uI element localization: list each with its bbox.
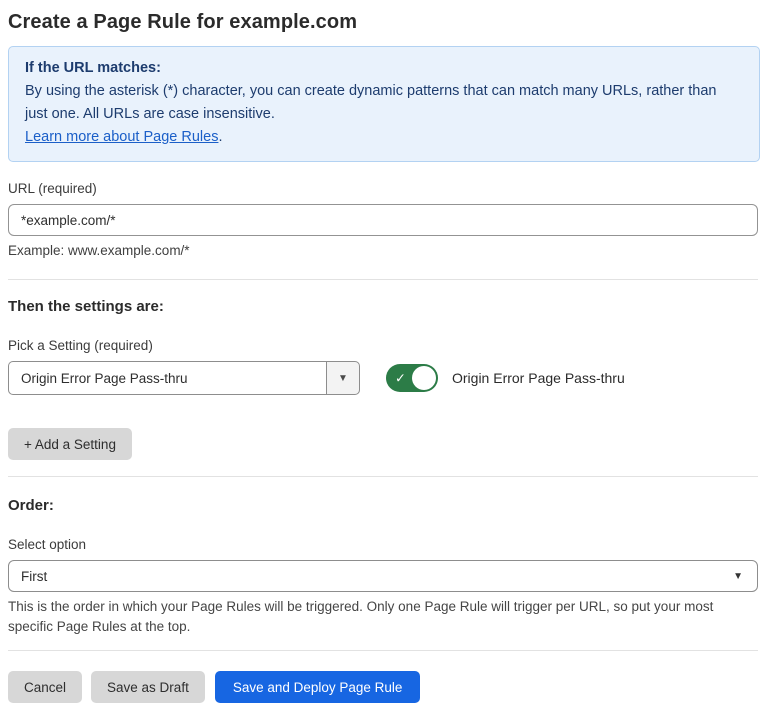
url-label: URL (required): [8, 181, 97, 196]
order-select-label: Select option: [8, 537, 87, 552]
info-box-heading: If the URL matches:: [25, 60, 161, 76]
setting-dropdown[interactable]: Origin Error Page Pass-thru ▼: [8, 361, 360, 395]
toggle-label: Origin Error Page Pass-thru: [452, 370, 625, 386]
check-icon: ✓: [395, 370, 406, 386]
setting-toggle[interactable]: ✓: [386, 364, 438, 392]
cancel-button[interactable]: Cancel: [8, 671, 83, 703]
toggle-knob: [412, 366, 436, 390]
setting-dropdown-arrow-button[interactable]: ▼: [326, 361, 360, 395]
setting-row: Origin Error Page Pass-thru ▼ ✓ Origin E…: [8, 361, 760, 395]
save-and-deploy-button[interactable]: Save and Deploy Page Rule: [214, 671, 421, 703]
divider: [8, 476, 758, 477]
divider: [8, 279, 758, 280]
caret-down-icon: ▼: [733, 570, 743, 582]
settings-section-heading: Then the settings are:: [8, 298, 164, 315]
url-match-info-box: If the URL matches: By using the asteris…: [8, 46, 760, 162]
url-input[interactable]: [8, 204, 758, 236]
footer-actions: Cancel Save as Draft Save and Deploy Pag…: [8, 671, 760, 703]
order-section-heading: Order:: [8, 497, 54, 514]
learn-more-link[interactable]: Learn more about Page Rules: [25, 129, 218, 145]
save-as-draft-button[interactable]: Save as Draft: [91, 671, 205, 703]
add-setting-button[interactable]: + Add a Setting: [8, 428, 132, 460]
page-rule-form: Create a Page Rule for example.com If th…: [0, 0, 770, 703]
link-period: .: [218, 129, 223, 145]
caret-down-icon: ▼: [338, 372, 348, 384]
pick-setting-label: Pick a Setting (required): [8, 338, 153, 353]
info-box-link-line: Learn more about Page Rules.: [25, 126, 743, 149]
order-select-value: First: [21, 568, 48, 584]
url-example-hint: Example: www.example.com/*: [8, 243, 190, 258]
order-help-text: This is the order in which your Page Rul…: [8, 599, 714, 634]
order-select[interactable]: First ▼: [8, 560, 758, 592]
page-title: Create a Page Rule for example.com: [8, 11, 358, 33]
divider: [8, 650, 758, 651]
info-box-body: By using the asterisk (*) character, you…: [25, 83, 717, 122]
setting-dropdown-value[interactable]: Origin Error Page Pass-thru: [8, 361, 326, 395]
